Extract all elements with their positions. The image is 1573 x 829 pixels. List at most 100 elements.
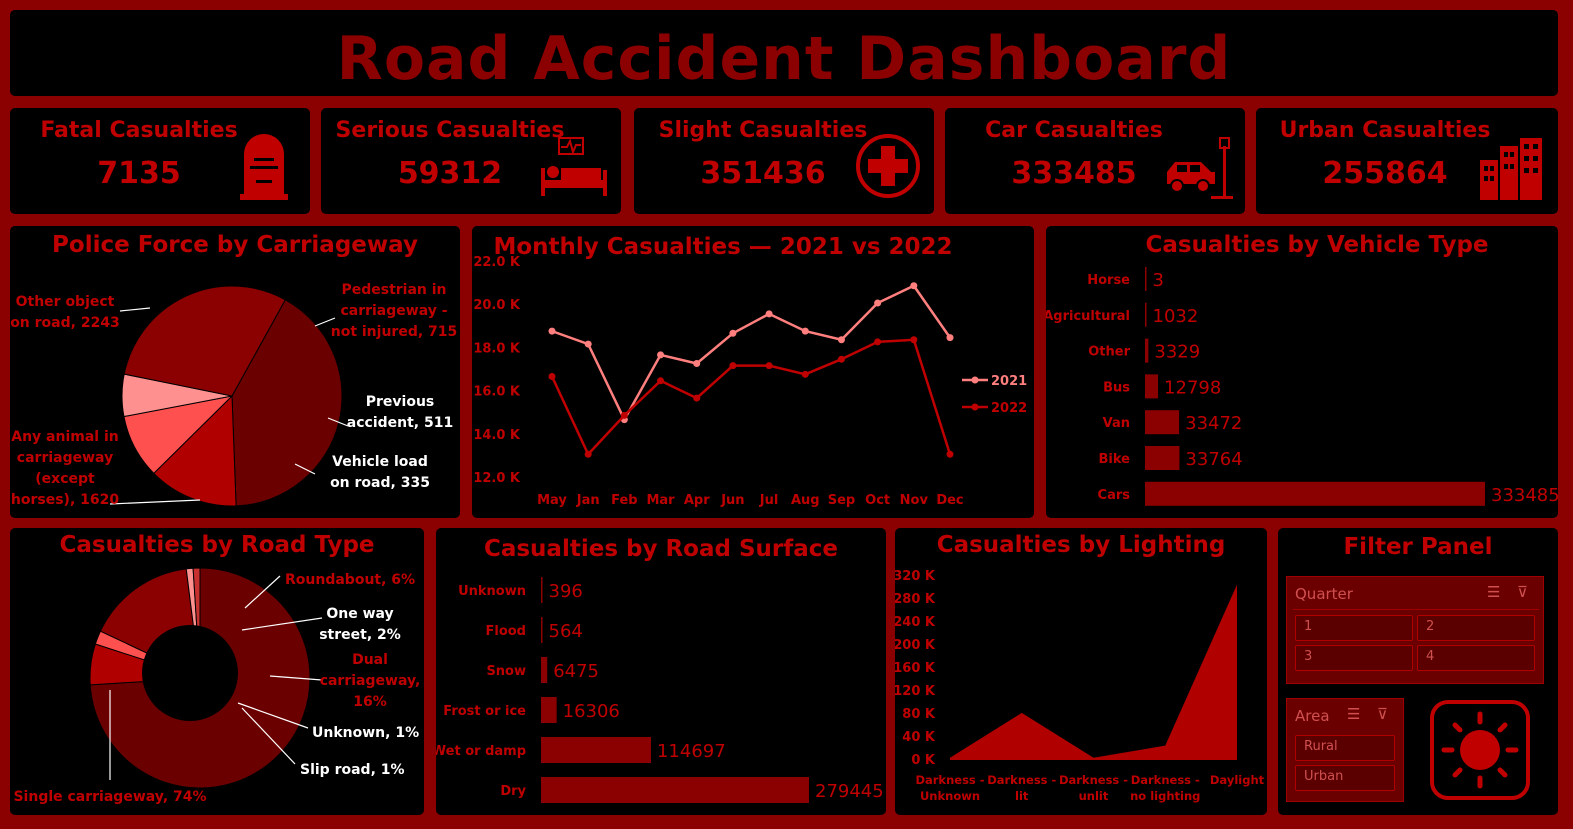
sun-daylight-icon[interactable] <box>1428 698 1532 802</box>
tombstone-icon <box>240 134 288 200</box>
quarter-option-2[interactable]: 2 <box>1417 615 1535 641</box>
divider <box>1293 609 1539 610</box>
x-tick-label: Jul <box>759 493 779 508</box>
kpi-card-urban: Urban Casualties 255864 <box>1256 108 1558 214</box>
series-line-2022 <box>550 338 952 457</box>
data-point <box>657 377 665 385</box>
x-tick-label: Darkness - lit <box>987 773 1056 803</box>
legend-marker <box>971 376 979 384</box>
bar <box>541 577 543 603</box>
tick-line: Darkness - <box>987 773 1056 787</box>
label-line: street, 2% <box>319 627 401 643</box>
bar <box>1145 338 1149 363</box>
road-type-chart: Roundabout, 6% One way street, 2% Dual car… <box>13 567 421 805</box>
quarter-option-1[interactable]: 1 <box>1295 615 1413 641</box>
y-tick-label: 280 K <box>895 592 936 607</box>
road-slice-label: One way street, 2% <box>319 606 401 643</box>
label-line: carriageway <box>17 450 113 466</box>
y-tick-label: 40 K <box>902 730 936 745</box>
bar <box>541 617 543 643</box>
quarter-option-4[interactable]: 4 <box>1417 645 1535 671</box>
quarter-option-3[interactable]: 3 <box>1295 645 1413 671</box>
data-point <box>874 299 882 307</box>
multi-select-icon[interactable]: ☰ <box>1487 583 1500 601</box>
x-tick-label: Nov <box>900 493 929 508</box>
category-label: Snow <box>486 664 526 679</box>
bar <box>1145 446 1180 470</box>
label-line: Any animal in <box>11 429 119 445</box>
x-tick-label: Dec <box>936 493 963 508</box>
y-tick-label: 18.0 K <box>473 341 521 356</box>
data-point <box>657 351 665 359</box>
road-slice-label: Dual carriageway, 16% <box>320 652 421 710</box>
y-tick-label: 240 K <box>895 615 936 630</box>
value-label: 279445 <box>815 781 884 802</box>
vehicle-type-panel: Casualties by Vehicle Type Horse 3 Agricul… <box>1046 226 1558 518</box>
y-tick-label: 120 K <box>895 684 936 699</box>
area-option-rural[interactable]: Rural <box>1295 735 1395 761</box>
clear-filter-icon[interactable]: ⊽ <box>1377 705 1388 723</box>
value-label: 6475 <box>553 661 599 682</box>
police-slice-label: Previous accident, 511 <box>347 394 453 431</box>
clear-filter-icon[interactable]: ⊽ <box>1517 583 1528 601</box>
label-line: Other object <box>16 294 115 310</box>
data-point <box>910 336 918 344</box>
y-tick-label: 14.0 K <box>473 428 521 443</box>
kpi-card-slight: Slight Casualties 351436 <box>634 108 934 214</box>
data-point <box>874 338 882 346</box>
data-point <box>584 340 592 348</box>
y-tick-label: 16.0 K <box>473 385 521 400</box>
tick-line: Darkness - <box>1131 773 1200 787</box>
data-point <box>693 360 701 368</box>
label-line: One way <box>326 606 393 622</box>
value-label: 396 <box>549 581 583 602</box>
label-line: on road, 335 <box>330 475 430 491</box>
hospital-bed-icon <box>541 137 607 196</box>
x-tick-label: Sep <box>828 493 856 508</box>
x-tick-label: May <box>537 493 567 508</box>
police-force-chart: Other object on road, 2243 Pedestrian in c… <box>10 282 457 508</box>
series-line-2021 <box>551 284 952 423</box>
label-line: carriageway, <box>320 673 421 689</box>
x-tick-label: Aug <box>791 493 820 508</box>
data-point <box>765 310 773 318</box>
tick-line: no lighting <box>1130 789 1200 803</box>
area-fill <box>950 584 1237 760</box>
road-slice-label: Single carriageway, 74% <box>13 789 206 805</box>
area-slicer-label: Area <box>1295 707 1330 725</box>
data-point <box>946 334 954 342</box>
data-point <box>620 411 628 419</box>
value-label: 114697 <box>657 741 726 762</box>
filter-panel-title: Filter Panel <box>1343 534 1493 560</box>
vehicle-type-chart: Horse 3 Agricultural 1032 Other 3329 Bus 12798 V… <box>1046 267 1558 506</box>
bar <box>541 777 809 803</box>
bar <box>1145 481 1485 506</box>
y-tick-label: 12.0 K <box>473 471 521 486</box>
bar <box>541 737 651 763</box>
label-line: Dual <box>352 652 388 668</box>
x-tick-label: Darkness - Unknown <box>915 773 984 803</box>
donut-hole <box>142 625 238 721</box>
value-label: 564 <box>549 621 583 642</box>
city-buildings-icon <box>1480 138 1542 200</box>
tick-line: unlit <box>1079 789 1109 803</box>
area-option-urban[interactable]: Urban <box>1295 765 1395 791</box>
category-label: Unknown <box>458 584 526 599</box>
y-tick-label: 80 K <box>902 707 936 722</box>
value-label: 1032 <box>1153 306 1199 327</box>
police-slice-label: Other object on road, 2243 <box>10 294 120 331</box>
multi-select-icon[interactable]: ☰ <box>1347 705 1360 723</box>
lighting-panel: Casualties by Lighting 0 K 40 K 80 K 120 K1… <box>895 528 1267 815</box>
x-tick-label: Jun <box>720 493 744 508</box>
police-force-panel: Police Force by Carriageway Other object… <box>10 226 460 518</box>
y-tick-label: 200 K <box>895 638 936 653</box>
label-line: horses), 1620 <box>11 492 119 508</box>
data-point <box>548 327 556 335</box>
data-point <box>584 450 592 458</box>
x-tick-label: Jan <box>576 493 600 508</box>
data-point <box>693 394 701 402</box>
category-label: Bike <box>1099 452 1131 467</box>
label-line: Vehicle load <box>332 454 428 470</box>
legend-label: 2022 <box>991 401 1027 416</box>
y-tick-label: 22.0 K <box>473 255 521 270</box>
